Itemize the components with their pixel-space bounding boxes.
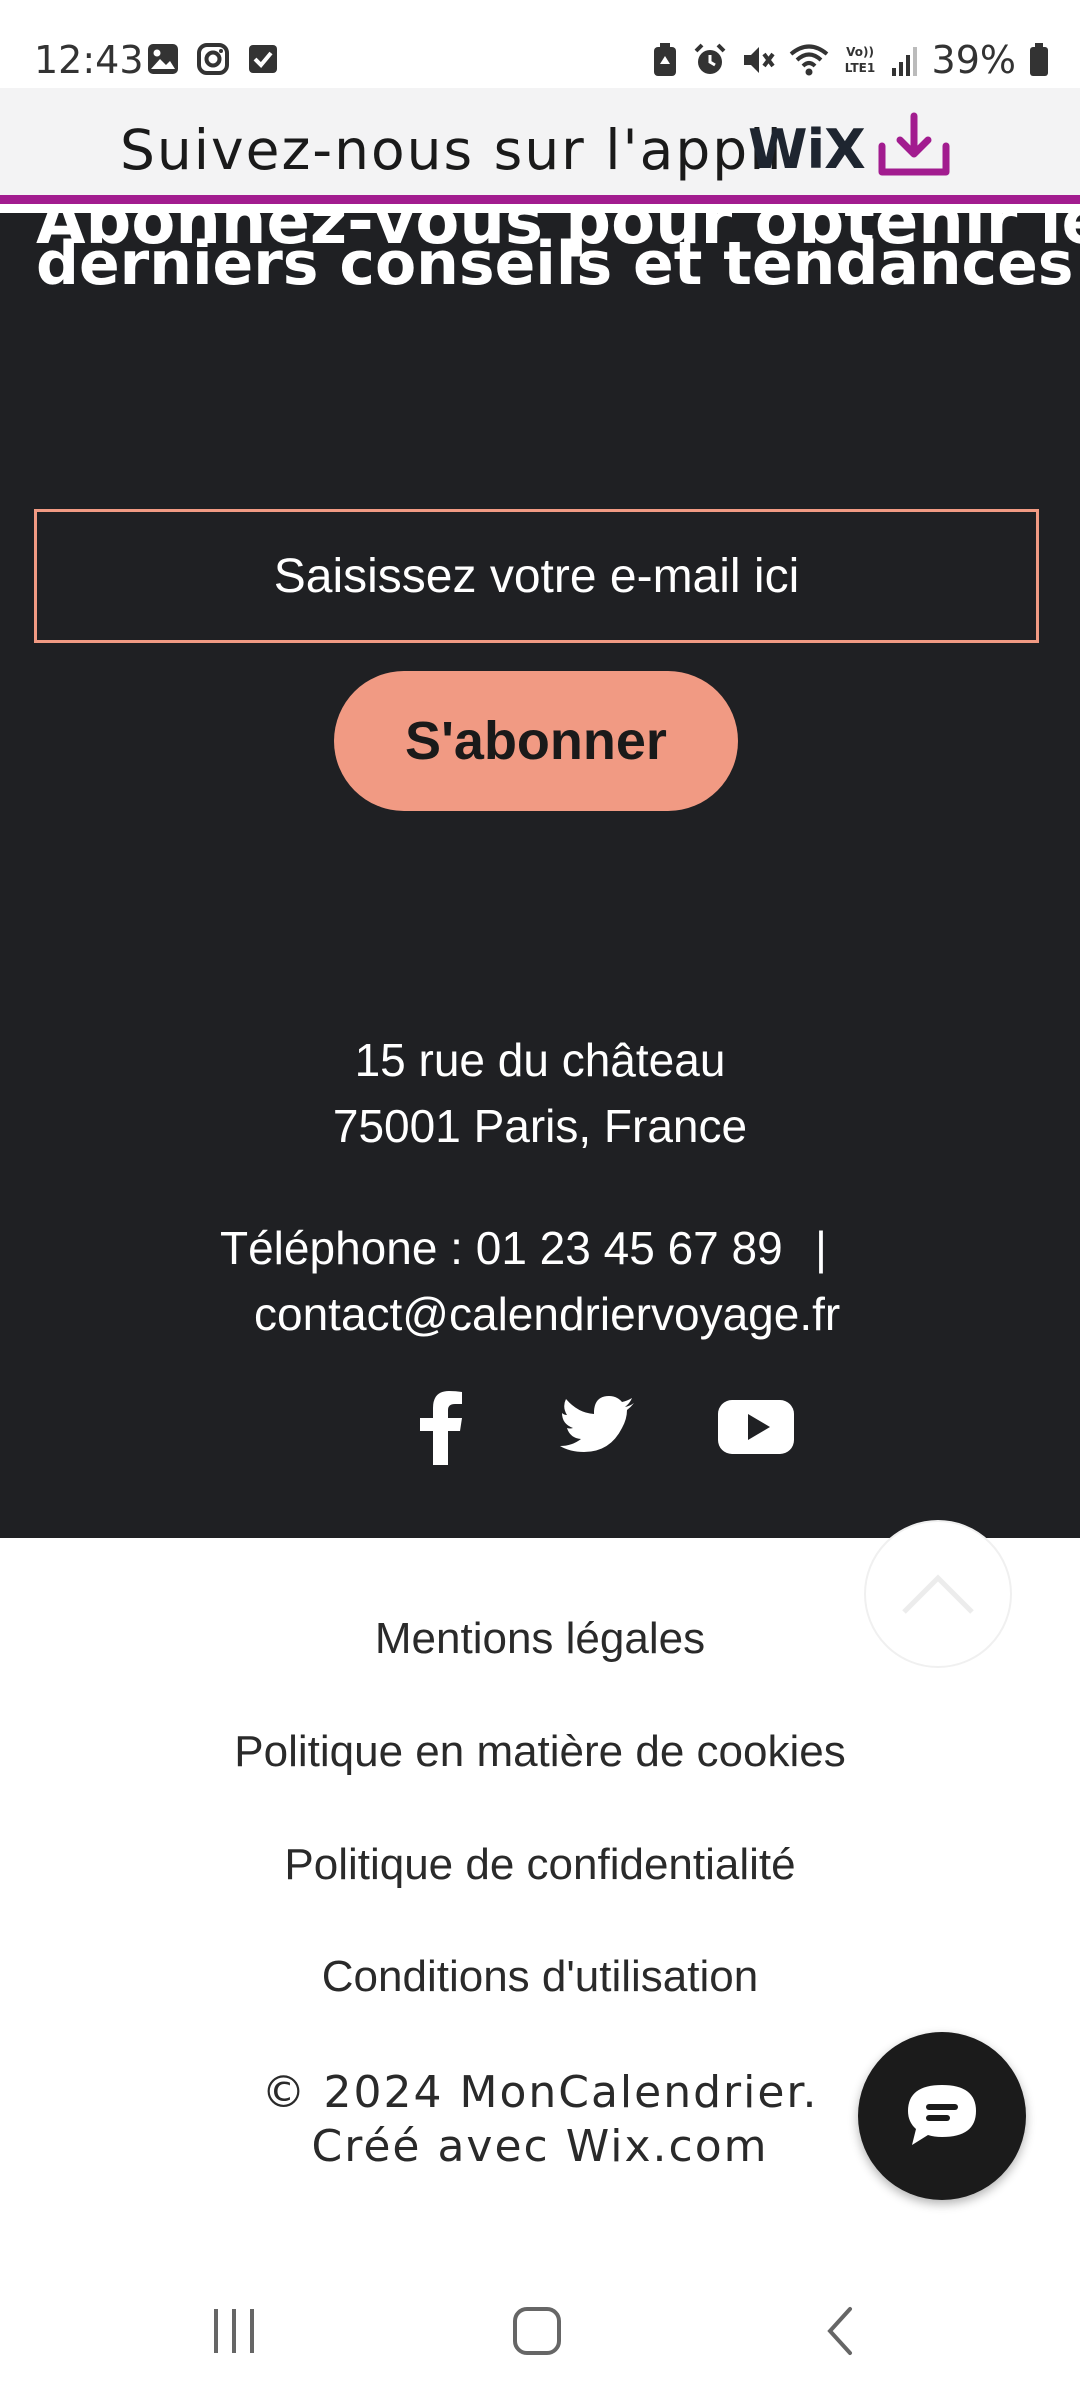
phone-number[interactable]: Téléphone : 01 23 45 67 89 (220, 1215, 783, 1281)
facebook-icon[interactable] (398, 1385, 482, 1469)
footer-link-legal[interactable]: Mentions légales (0, 1614, 1080, 1664)
notification-icons (146, 42, 280, 76)
battery-saver-icon (653, 43, 676, 76)
navigation-bar (0, 2256, 1080, 2400)
download-icon[interactable] (876, 108, 952, 184)
address-line1: 15 rue du château (354, 1034, 726, 1086)
footer-link-terms[interactable]: Conditions d'utilisation (0, 1952, 1080, 2002)
twitter-icon[interactable] (556, 1385, 640, 1469)
subscribe-heading-line2: derniers conseils et tendances (36, 229, 1074, 299)
chat-icon (908, 2085, 976, 2145)
footer-link-cookies[interactable]: Politique en matière de cookies (0, 1727, 1080, 1777)
banner-text: Suivez-nous sur l'appli (120, 118, 784, 182)
battery-level: 39% (931, 38, 1016, 82)
checkbox-icon (249, 45, 277, 73)
contact-email-link[interactable]: contact@calendriervoyage.fr (254, 1281, 840, 1347)
chevron-up-icon (902, 1574, 974, 1614)
email-input[interactable] (34, 509, 1039, 643)
subscribe-button[interactable]: S'abonner (334, 671, 738, 811)
instagram-icon (197, 43, 229, 75)
address-line2: 75001 Paris, France (332, 1100, 748, 1152)
status-time: 12:43 (34, 38, 144, 82)
recents-icon[interactable] (194, 2296, 274, 2366)
battery-icon (1030, 43, 1048, 76)
back-icon[interactable] (800, 2296, 880, 2366)
alarm-icon (694, 43, 725, 74)
system-icons: Vo)) LTE1 39% (650, 36, 1050, 84)
volte-icon: Vo)) LTE1 (844, 45, 874, 75)
wix-logo: WiX (748, 118, 866, 181)
footer-link-privacy[interactable]: Politique de confidentialité (0, 1840, 1080, 1890)
wifi-icon (789, 44, 828, 76)
gallery-icon (148, 44, 178, 74)
mute-icon (743, 47, 775, 73)
svg-text:Vo)): Vo)) (846, 45, 874, 59)
home-icon[interactable] (497, 2296, 577, 2366)
youtube-icon[interactable] (714, 1385, 798, 1469)
contact-separator: | (815, 1222, 827, 1274)
app-banner[interactable]: Suivez-nous sur l'appli WiX (0, 88, 1080, 204)
chat-button[interactable] (858, 2032, 1026, 2200)
address: 15 rue du château 75001 Paris, France (0, 1027, 1080, 1159)
svg-text:LTE1: LTE1 (844, 61, 874, 75)
subscribe-section: Abonnez-vous pour obtenir les derniers c… (0, 213, 1080, 1538)
signal-icon (891, 47, 917, 76)
status-bar: 12:43 Vo)) LTE1 39% (0, 0, 1080, 88)
